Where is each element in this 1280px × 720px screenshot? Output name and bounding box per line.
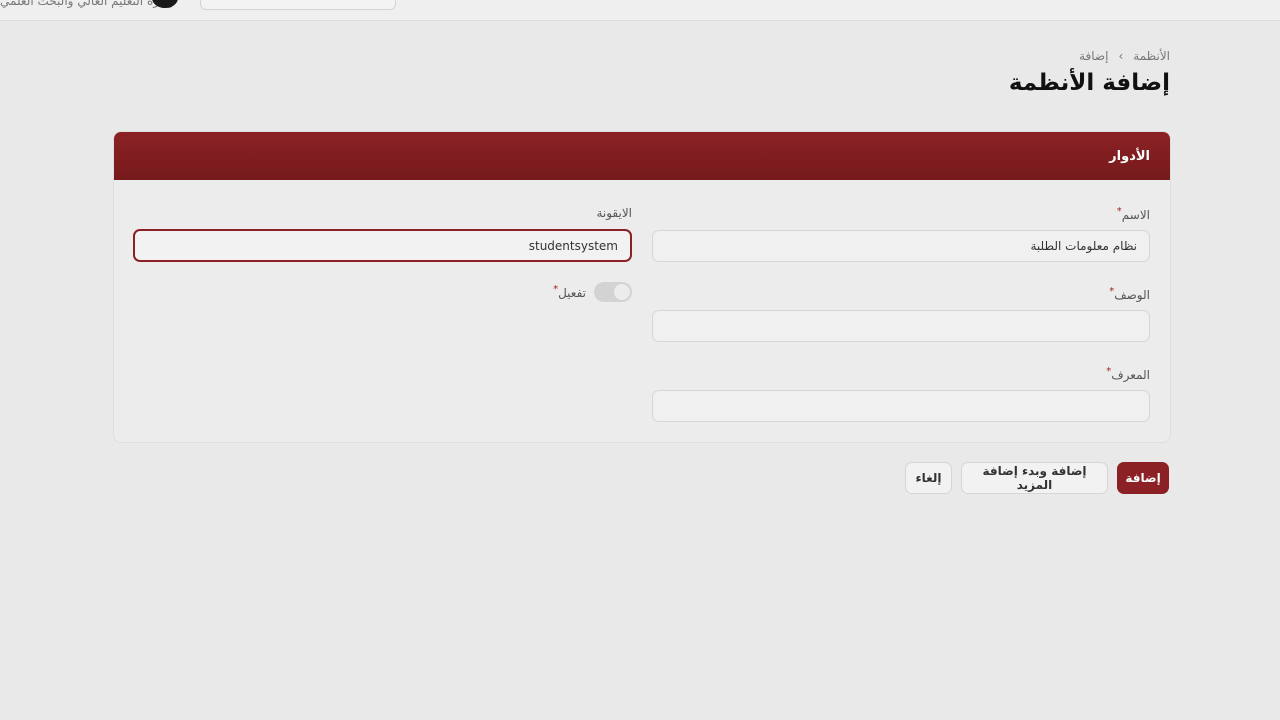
add-and-continue-button[interactable]: إضافة وبدء إضافة المزيد (961, 462, 1108, 494)
form-card: الأدوار الاسم* الوصف* المعرف* الايقونة ت… (113, 131, 1171, 443)
breadcrumb-item-systems[interactable]: الأنظمة (1133, 49, 1170, 63)
icon-label: الايقونة (596, 206, 632, 220)
name-input[interactable] (652, 230, 1150, 262)
card-title: الأدوار (1109, 148, 1150, 164)
name-label: الاسم* (1117, 206, 1150, 222)
activate-toggle-group: تفعيل* (553, 282, 632, 302)
description-label: الوصف* (1109, 286, 1150, 302)
top-bar: وزارة التعليم العالي والبحث العلمي (0, 0, 1280, 21)
breadcrumb-item-add: إضافة (1079, 49, 1109, 63)
activate-label-text: تفعيل (558, 286, 586, 300)
name-label-text: الاسم (1121, 208, 1150, 222)
breadcrumb: الأنظمة › إضافة (1079, 49, 1170, 63)
identifier-input[interactable] (652, 390, 1150, 422)
cancel-button[interactable]: إلغاء (905, 462, 952, 494)
activate-label: تفعيل* (553, 284, 586, 300)
search-input[interactable] (200, 0, 396, 10)
identifier-label: المعرف* (1106, 366, 1150, 382)
organization-name: وزارة التعليم العالي والبحث العلمي (0, 0, 174, 8)
add-button[interactable]: إضافة (1117, 462, 1169, 494)
card-header: الأدوار (114, 132, 1170, 180)
chevron-left-icon: › (1118, 49, 1124, 63)
icon-input[interactable] (133, 229, 632, 262)
description-input[interactable] (652, 310, 1150, 342)
page-title: إضافة الأنظمة (1008, 70, 1170, 96)
activate-toggle[interactable] (594, 282, 632, 302)
identifier-label-text: المعرف (1111, 368, 1150, 382)
description-label-text: الوصف (1114, 288, 1150, 302)
toggle-knob (614, 284, 630, 300)
